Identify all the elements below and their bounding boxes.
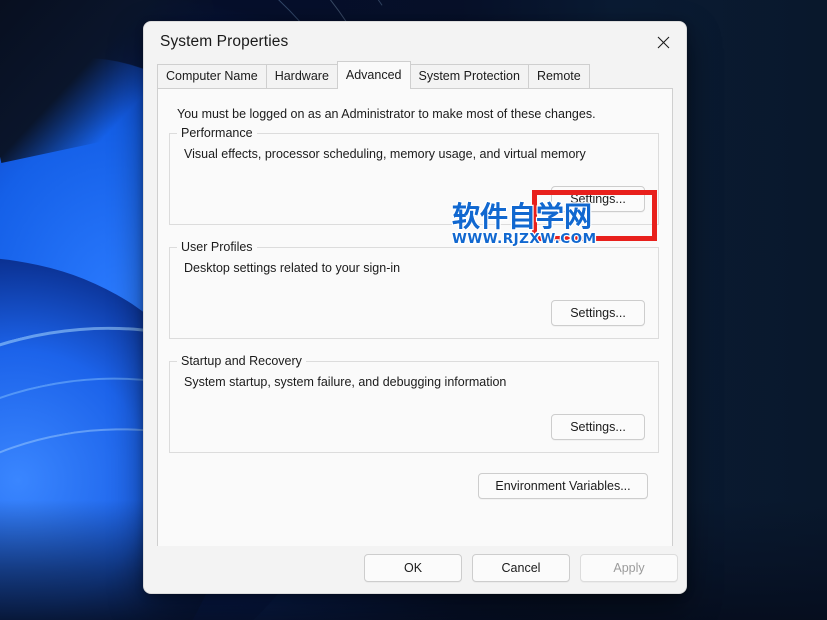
startup-recovery-group-legend: Startup and Recovery — [177, 354, 306, 368]
user-profiles-group-legend: User Profiles — [177, 240, 257, 254]
user-profiles-description: Desktop settings related to your sign-in — [184, 261, 401, 275]
environment-variables-button[interactable]: Environment Variables... — [478, 473, 648, 499]
tab-remote[interactable]: Remote — [527, 64, 590, 88]
apply-button: Apply — [580, 554, 678, 582]
title-bar: System Properties — [144, 22, 686, 62]
system-properties-dialog: System Properties Computer Name Hardware… — [143, 21, 687, 594]
dialog-footer: OK Cancel Apply — [144, 546, 686, 593]
performance-description: Visual effects, processor scheduling, me… — [184, 147, 586, 161]
performance-settings-button[interactable]: Settings... — [551, 186, 645, 212]
user-profiles-settings-button[interactable]: Settings... — [551, 300, 645, 326]
performance-group-legend: Performance — [177, 126, 257, 140]
close-icon[interactable] — [640, 22, 686, 62]
tab-advanced[interactable]: Advanced — [336, 61, 411, 89]
cancel-button[interactable]: Cancel — [472, 554, 570, 582]
startup-recovery-settings-button[interactable]: Settings... — [551, 414, 645, 440]
tab-strip: Computer Name Hardware Advanced System P… — [144, 61, 686, 89]
performance-group: Performance Visual effects, processor sc… — [169, 126, 659, 225]
startup-recovery-group: Startup and Recovery System startup, sys… — [169, 354, 659, 453]
tab-page-advanced: You must be logged on as an Administrato… — [157, 88, 673, 566]
tab-computer-name[interactable]: Computer Name — [157, 64, 267, 88]
startup-recovery-description: System startup, system failure, and debu… — [184, 375, 507, 389]
tab-system-protection[interactable]: System Protection — [409, 64, 529, 88]
administrator-note: You must be logged on as an Administrato… — [177, 107, 596, 121]
ok-button[interactable]: OK — [364, 554, 462, 582]
user-profiles-group: User Profiles Desktop settings related t… — [169, 240, 659, 339]
tab-hardware[interactable]: Hardware — [265, 64, 338, 88]
window-title: System Properties — [160, 33, 289, 50]
